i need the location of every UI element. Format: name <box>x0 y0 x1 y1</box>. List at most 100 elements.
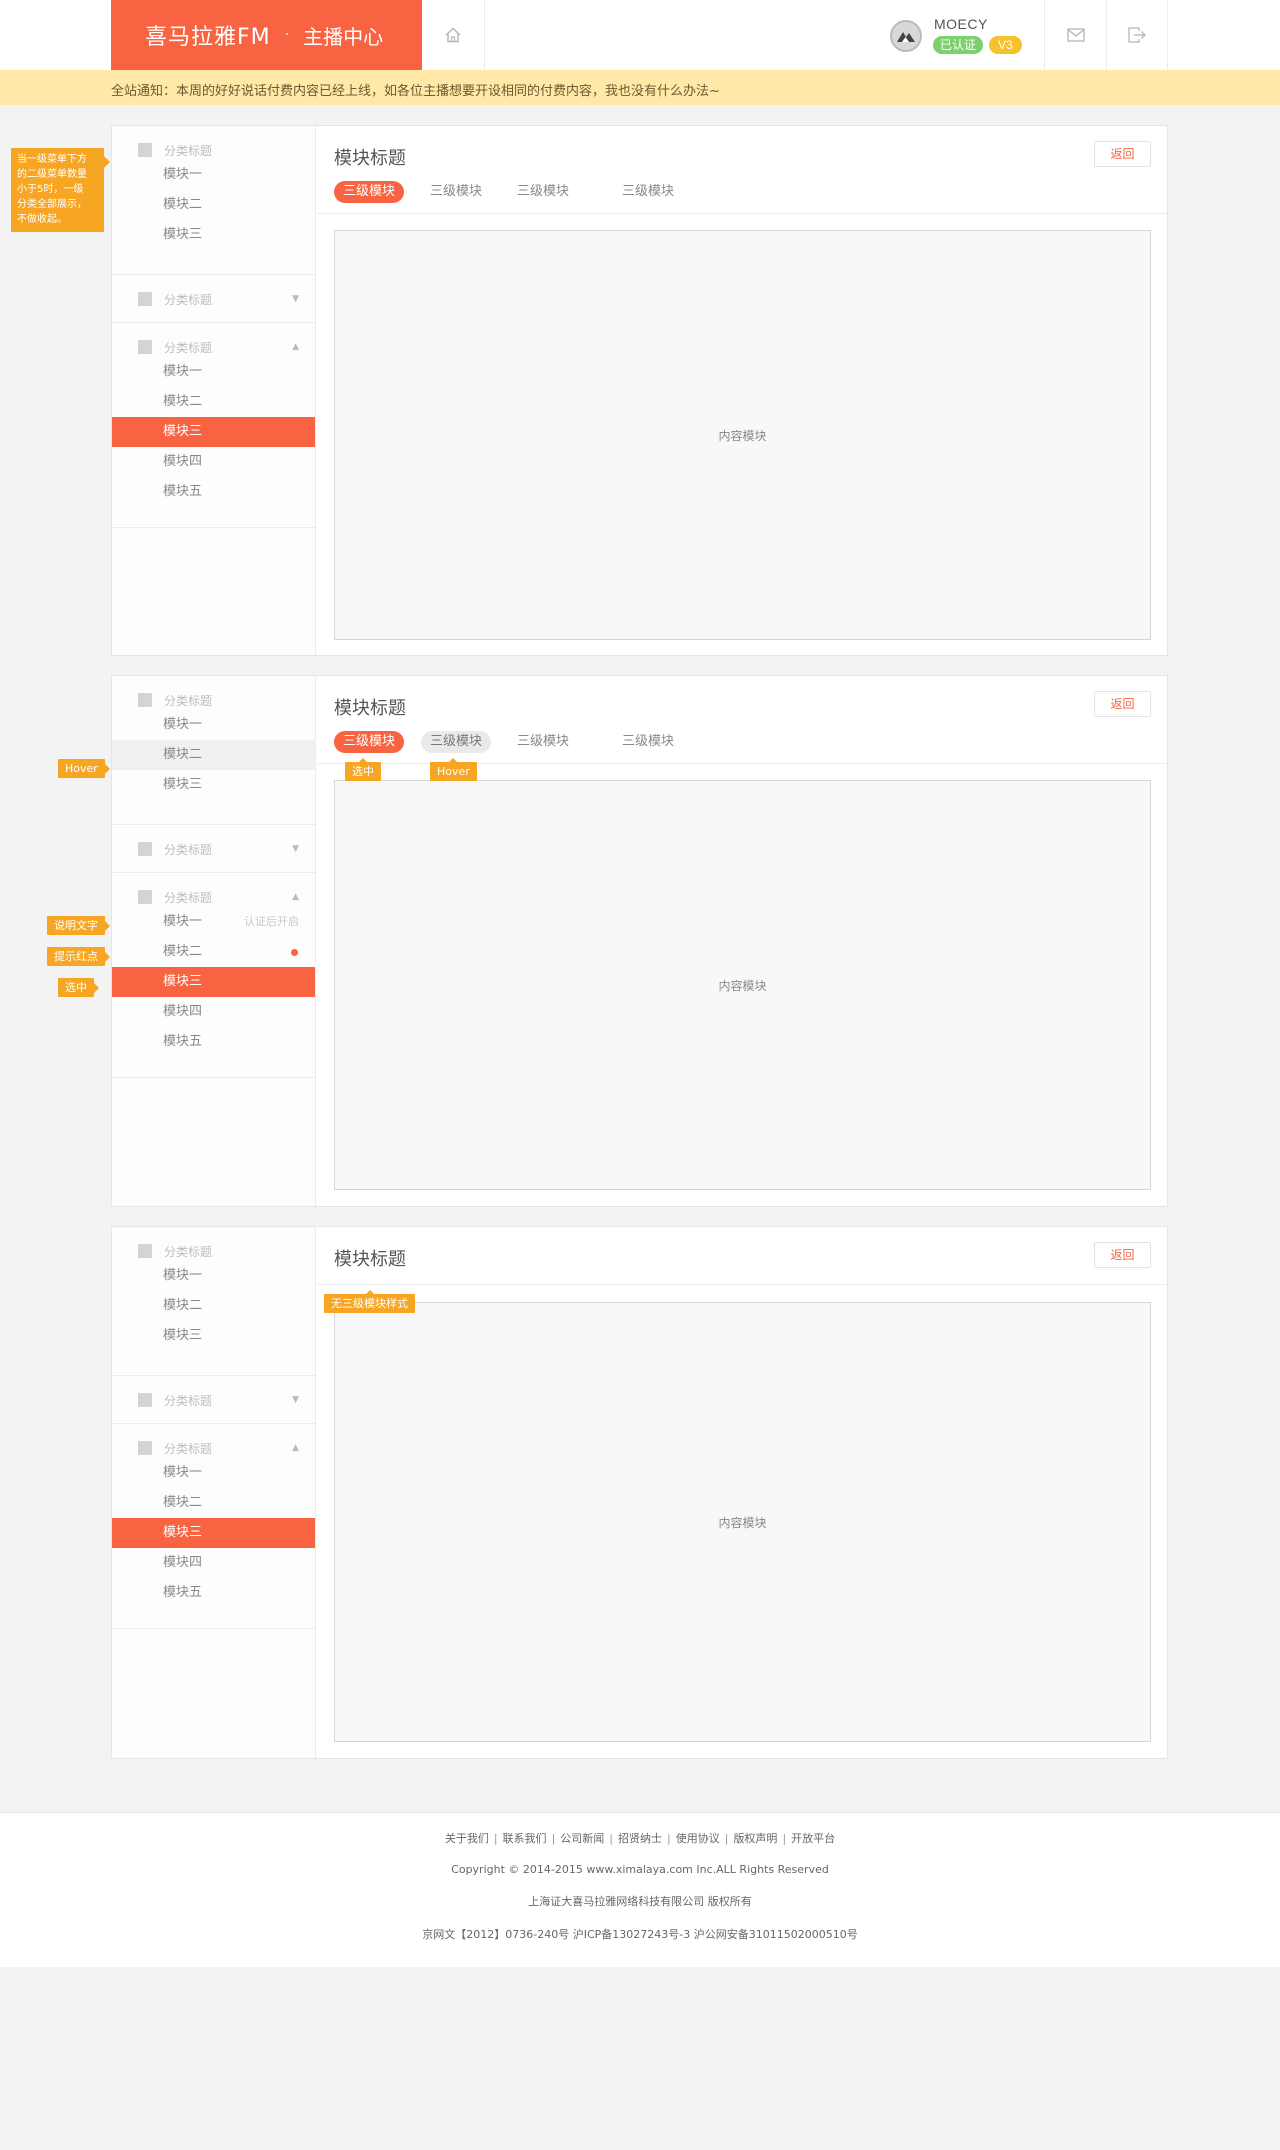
sidebar-item[interactable]: 模块一 认证后开启 <box>112 907 315 937</box>
sidebar-item[interactable]: 模块四 <box>112 447 315 477</box>
group-header[interactable]: 分类标题 ▲ <box>112 1438 315 1458</box>
category-icon <box>138 693 152 707</box>
footer-company: 上海证大喜马拉雅网络科技有限公司 版权所有 <box>528 1895 752 1908</box>
tab-active[interactable]: 三级模块 <box>334 181 405 203</box>
exit-icon <box>1128 27 1146 43</box>
red-dot-icon <box>291 949 298 956</box>
level-badge: V3 <box>989 36 1022 54</box>
sidebar-item[interactable]: 模块二 <box>112 937 315 967</box>
footer-link-open-platform[interactable]: 开放平台 <box>786 1832 840 1845</box>
sidebar-group-collapsed: 分类标题 ▼ <box>112 275 315 323</box>
chevron-down-icon[interactable]: ▼ <box>292 294 299 304</box>
group-header[interactable]: 分类标题 ▼ <box>112 1390 315 1410</box>
chevron-up-icon[interactable]: ▲ <box>292 342 299 352</box>
footer-link-news[interactable]: 公司新闻 <box>555 1832 609 1845</box>
user-profile[interactable]: MOECY 已认证 V3 <box>890 14 1040 58</box>
category-icon <box>138 842 152 856</box>
sidebar-item[interactable]: 模块五 <box>112 477 315 507</box>
sidebar-item[interactable]: 模块五 <box>112 1027 315 1057</box>
sidebar-item-active[interactable]: 模块三 <box>112 967 315 997</box>
sidebar-item[interactable]: 模块三 <box>112 220 315 250</box>
tab[interactable]: 三级模块 <box>613 181 683 203</box>
footer-copyright: Copyright © 2014-2015 www.ximalaya.com I… <box>451 1863 829 1876</box>
main-area: 模块标题 返回 三级模块 三级模块 三级模块 三级模块 内容模块 <box>317 676 1167 1206</box>
group-header[interactable]: 分类标题 ▲ <box>112 337 315 357</box>
avatar[interactable] <box>890 20 922 52</box>
chevron-up-icon[interactable]: ▲ <box>292 892 299 902</box>
back-button[interactable]: 返回 <box>1094 1242 1151 1268</box>
tab-hover[interactable]: 三级模块 <box>421 731 492 753</box>
group-header[interactable]: 分类标题 <box>112 1241 315 1261</box>
sidebar-item[interactable]: 模块三 <box>112 770 315 800</box>
footer-license: 京网文【2012】0736-240号 沪ICP备13027243号-3 沪公网安… <box>422 1928 858 1941</box>
sidebar-item[interactable]: 模块四 <box>112 997 315 1027</box>
site-notice-bar: 全站通知：本周的好好说话付费内容已经上线，如各位主播想要开设相同的付费内容，我也… <box>0 70 1280 105</box>
sidebar-item[interactable]: 模块二 <box>112 1291 315 1321</box>
sidebar-item[interactable]: 模块一 <box>112 1458 315 1488</box>
sidebar-item[interactable]: 模块三 <box>112 1321 315 1351</box>
category-icon <box>138 890 152 904</box>
footer-link-terms[interactable]: 使用协议 <box>671 1832 725 1845</box>
module-header: 模块标题 返回 三级模块 三级模块 三级模块 三级模块 <box>317 126 1167 214</box>
brand-block[interactable]: 喜马拉雅FM · 主播中心 <box>111 0 422 70</box>
chevron-down-icon[interactable]: ▼ <box>292 1395 299 1405</box>
panel-states: 分类标题 模块一 模块二 模块三 分类标题 ▼ 分类标题 ▲ 模块一 认证后开启 模块… <box>111 675 1168 1207</box>
category-icon <box>138 292 152 306</box>
sidebar-item[interactable]: 模块一 <box>112 160 315 190</box>
group-header[interactable]: 分类标题 ▲ <box>112 887 315 907</box>
sidebar-item[interactable]: 模块一 <box>112 1261 315 1291</box>
category-icon <box>138 1393 152 1407</box>
group-header[interactable]: 分类标题 <box>112 140 315 160</box>
sidebar-item[interactable]: 模块五 <box>112 1578 315 1608</box>
logout-button[interactable] <box>1106 0 1168 70</box>
sidebar-item[interactable]: 模块二 <box>112 190 315 220</box>
sidebar-item[interactable]: 模块一 <box>112 710 315 740</box>
footer-separator: | <box>493 1832 498 1845</box>
annotation-no-tabs: 无三级模块样式 <box>324 1290 415 1313</box>
tab[interactable]: 三级模块 <box>613 731 683 753</box>
sidebar-group-collapsed: 分类标题 ▼ <box>112 825 315 873</box>
mail-button[interactable] <box>1044 0 1106 70</box>
back-button[interactable]: 返回 <box>1094 141 1151 167</box>
back-button[interactable]: 返回 <box>1094 691 1151 717</box>
user-name: MOECY <box>934 16 988 32</box>
group-title: 分类标题 <box>164 693 213 708</box>
group-header[interactable]: 分类标题 ▼ <box>112 839 315 859</box>
sidebar-item-active[interactable]: 模块三 <box>112 417 315 447</box>
footer-link-contact[interactable]: 联系我们 <box>498 1832 552 1845</box>
sidebar-item-active[interactable]: 模块三 <box>112 1518 315 1548</box>
sidebar-group: 分类标题 模块一 模块二 模块三 <box>112 126 315 275</box>
sidebar: 分类标题 模块一 模块二 模块三 分类标题 ▼ 分类标题 ▲ 模块一 模块二 模块三… <box>112 1227 316 1758</box>
tab[interactable]: 三级模块 <box>421 181 491 203</box>
group-header[interactable]: 分类标题 ▼ <box>112 289 315 309</box>
footer-link-jobs[interactable]: 招贤纳士 <box>613 1832 667 1845</box>
sidebar-item-label: 模块一 <box>163 914 203 929</box>
annotation-submenu-rule: 当一级菜单下方 的二级菜单数量 小于5时，一级 分类全部展示， 不做收起。 <box>11 148 110 232</box>
third-level-tabs: 三级模块 三级模块 三级模块 三级模块 <box>334 181 700 203</box>
module-title: 模块标题 <box>334 148 406 169</box>
sidebar-item-hover[interactable]: 模块二 <box>112 740 315 770</box>
sidebar-group-collapsed: 分类标题 ▼ <box>112 1376 315 1424</box>
third-level-tabs: 三级模块 三级模块 三级模块 三级模块 <box>334 731 700 753</box>
module-title: 模块标题 <box>334 1249 406 1270</box>
chevron-up-icon[interactable]: ▲ <box>292 1443 299 1453</box>
chevron-down-icon[interactable]: ▼ <box>292 844 299 854</box>
avatar-mountain-icon <box>897 32 915 42</box>
footer-link-about[interactable]: 关于我们 <box>440 1832 494 1845</box>
sidebar-item[interactable]: 模块一 <box>112 357 315 387</box>
sidebar-item[interactable]: 模块二 <box>112 1488 315 1518</box>
annotation-tab-hover: Hover <box>430 758 477 781</box>
tab[interactable]: 三级模块 <box>508 181 578 203</box>
footer-link-copyright[interactable]: 版权声明 <box>728 1832 782 1845</box>
group-title: 分类标题 <box>164 842 213 857</box>
sidebar-item[interactable]: 模块四 <box>112 1548 315 1578</box>
tab[interactable]: 三级模块 <box>508 731 578 753</box>
group-header[interactable]: 分类标题 <box>112 690 315 710</box>
tab-active[interactable]: 三级模块 <box>334 731 405 753</box>
footer-links: 关于我们 | 联系我们 | 公司新闻 | 招贤纳士 | 使用协议 | 版权声明 | 开放平台 <box>0 1830 1280 1846</box>
sidebar-group-expanded: 分类标题 ▲ 模块一 模块二 模块三 模块四 模块五 <box>112 1424 315 1629</box>
home-button[interactable] <box>422 0 485 70</box>
sidebar: 分类标题 模块一 模块二 模块三 分类标题 ▼ 分类标题 ▲ 模块一 模块二 模块三… <box>112 126 316 655</box>
main-area: 模块标题 返回 三级模块 三级模块 三级模块 三级模块 内容模块 <box>317 126 1167 655</box>
sidebar-item[interactable]: 模块二 <box>112 387 315 417</box>
